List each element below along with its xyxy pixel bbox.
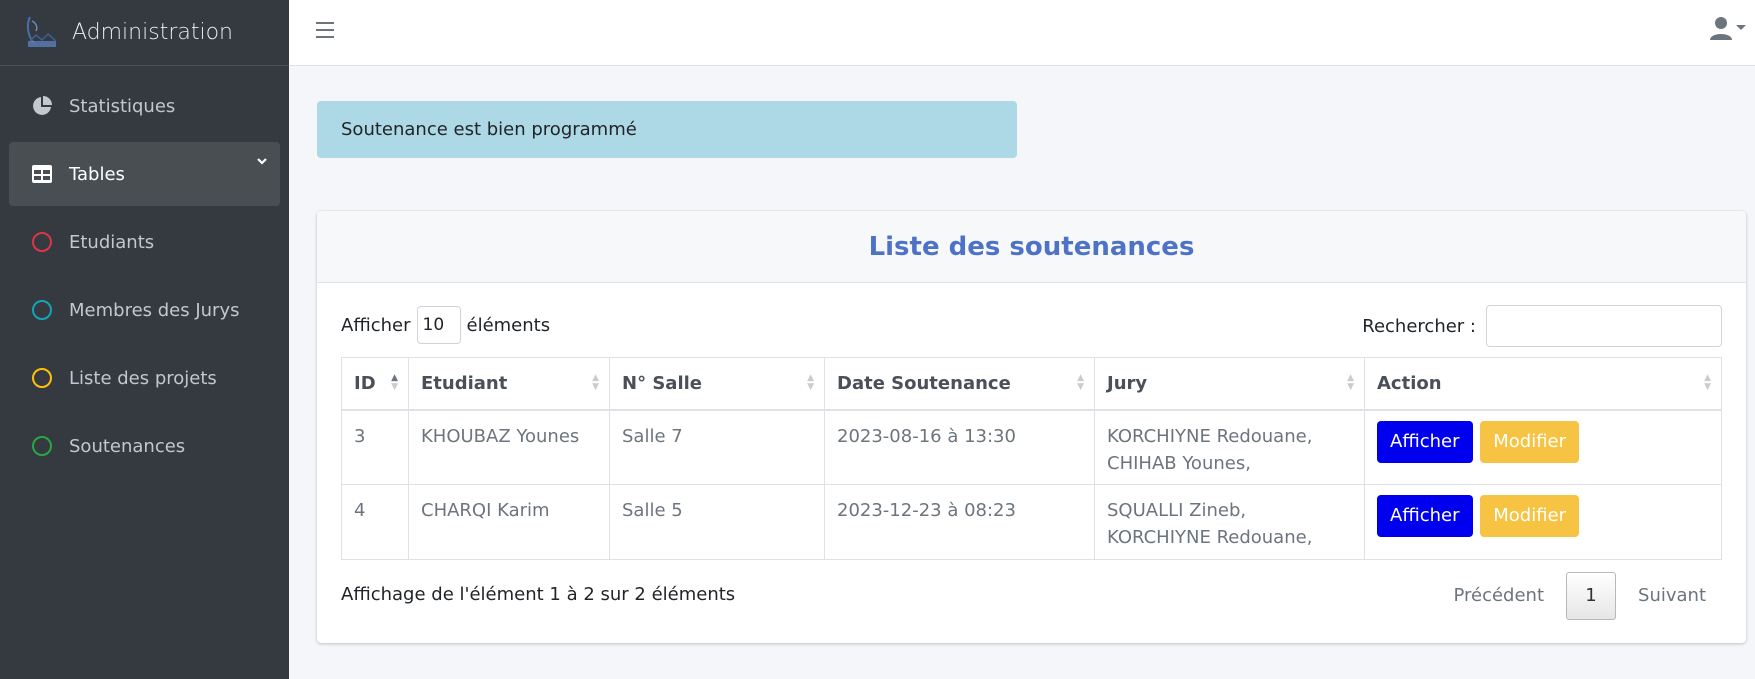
cell-date: 2023-08-16 à 13:30 xyxy=(824,409,1095,485)
column-header-jury[interactable]: Jury ▲ ▼ xyxy=(1094,357,1365,411)
afficher-button[interactable]: Afficher xyxy=(1377,420,1473,463)
user-icon xyxy=(1710,17,1732,40)
length-control: Afficher 10 éléments xyxy=(341,306,550,344)
column-header-etudiant[interactable]: Etudiant ▲ ▼ xyxy=(408,357,610,411)
sidebar-item-label: Liste des projets xyxy=(69,367,217,389)
sort-icon: ▲ ▼ xyxy=(807,373,814,392)
success-alert: Soutenance est bien programmé xyxy=(317,101,1017,158)
card-header: Liste des soutenances xyxy=(317,211,1746,283)
soutenances-card: Liste des soutenances Afficher 10 élémen… xyxy=(317,211,1746,643)
sidebar-item-liste-projets[interactable]: Liste des projets xyxy=(9,346,280,410)
next-page-button[interactable]: Suivant xyxy=(1622,572,1722,620)
search-input[interactable] xyxy=(1486,305,1722,347)
pagination: Précédent 1 Suivant xyxy=(1437,572,1722,620)
search-label: Rechercher : xyxy=(1362,315,1476,337)
afficher-button[interactable]: Afficher xyxy=(1377,495,1473,537)
sidebar-nav: Statistiques Tables Etudiants Membres de… xyxy=(0,66,289,478)
cell-id: 3 xyxy=(341,409,409,485)
chevron-down-icon xyxy=(257,158,267,165)
brand[interactable]: Administration xyxy=(0,0,289,66)
sidebar-item-statistiques[interactable]: Statistiques xyxy=(9,74,280,138)
cell-salle: Salle 7 xyxy=(609,409,825,485)
search-control: Rechercher : xyxy=(1362,305,1722,347)
alert-text: Soutenance est bien programmé xyxy=(341,119,637,140)
sidebar: Administration Statistiques Tables Etudi… xyxy=(0,0,289,679)
sort-icon: ▲ ▼ xyxy=(1347,373,1354,392)
sidebar-item-etudiants[interactable]: Etudiants xyxy=(9,210,280,274)
cell-action: Afficher Modifier xyxy=(1364,409,1722,485)
user-menu[interactable] xyxy=(1710,16,1747,40)
modifier-button[interactable]: Modifier xyxy=(1480,495,1580,537)
cell-etudiant: KHOUBAZ Younes xyxy=(408,409,610,485)
caret-down-icon xyxy=(1736,25,1746,30)
logo-icon xyxy=(26,16,57,47)
cell-jury: SQUALLI Zineb, KORCHIYNE Redouane, xyxy=(1094,484,1365,560)
cell-etudiant: CHARQI Karim xyxy=(408,484,610,560)
column-header-salle[interactable]: N° Salle ▲ ▼ xyxy=(609,357,825,411)
column-header-date[interactable]: Date Soutenance ▲ ▼ xyxy=(824,357,1095,411)
cell-salle: Salle 5 xyxy=(609,484,825,560)
previous-page-button[interactable]: Précédent xyxy=(1437,572,1560,620)
sidebar-item-label: Soutenances xyxy=(69,435,186,457)
page-1-button[interactable]: 1 xyxy=(1566,572,1617,620)
sort-icon: ▲ ▼ xyxy=(1704,373,1711,392)
table-header-row: ID ▲ ▼ Etudiant ▲ ▼ N° Salle ▲ ▼ Date Soutenan… xyxy=(341,357,1722,411)
brand-title: Administration xyxy=(72,20,233,45)
card-title: Liste des soutenances xyxy=(868,231,1195,262)
sidebar-item-soutenances[interactable]: Soutenances xyxy=(9,414,280,478)
column-header-id[interactable]: ID ▲ ▼ xyxy=(341,357,409,411)
circle-icon xyxy=(31,231,53,253)
length-select[interactable]: 10 xyxy=(416,306,461,344)
table-icon xyxy=(31,163,53,185)
sort-icon: ▲ ▼ xyxy=(1077,373,1084,392)
column-header-action[interactable]: Action ▲ ▼ xyxy=(1364,357,1722,411)
modifier-button[interactable]: Modifier xyxy=(1480,420,1580,463)
length-prefix: Afficher xyxy=(341,314,411,336)
sidebar-item-tables[interactable]: Tables xyxy=(9,142,280,206)
menu-toggle-icon[interactable] xyxy=(316,22,334,40)
table-info: Affichage de l'élément 1 à 2 sur 2 éléme… xyxy=(341,584,736,605)
cell-id: 4 xyxy=(341,484,409,560)
table-row: 3 KHOUBAZ Younes Salle 7 2023-08-16 à 13… xyxy=(341,409,1722,485)
sidebar-item-membres-jurys[interactable]: Membres des Jurys xyxy=(9,278,280,342)
sidebar-item-label: Statistiques xyxy=(69,95,176,117)
sidebar-item-label: Etudiants xyxy=(69,231,155,253)
cell-action: Afficher Modifier xyxy=(1364,484,1722,560)
soutenances-table: ID ▲ ▼ Etudiant ▲ ▼ N° Salle ▲ ▼ Date Soutenan… xyxy=(341,357,1722,560)
length-suffix: éléments xyxy=(466,314,551,336)
cell-date: 2023-12-23 à 08:23 xyxy=(824,484,1095,560)
circle-icon xyxy=(31,367,53,389)
sidebar-item-label: Membres des Jurys xyxy=(69,299,240,321)
pie-chart-icon xyxy=(31,95,53,117)
sidebar-item-label: Tables xyxy=(69,163,125,185)
length-value: 10 xyxy=(422,315,445,335)
topbar xyxy=(289,0,1755,66)
table-row: 4 CHARQI Karim Salle 5 2023-12-23 à 08:2… xyxy=(341,484,1722,560)
cell-jury: KORCHIYNE Redouane, CHIHAB Younes, xyxy=(1094,409,1365,485)
sort-icon: ▲ ▼ xyxy=(592,373,599,392)
circle-icon xyxy=(31,299,53,321)
sort-icon: ▲ ▼ xyxy=(391,373,398,392)
circle-icon xyxy=(31,435,53,457)
